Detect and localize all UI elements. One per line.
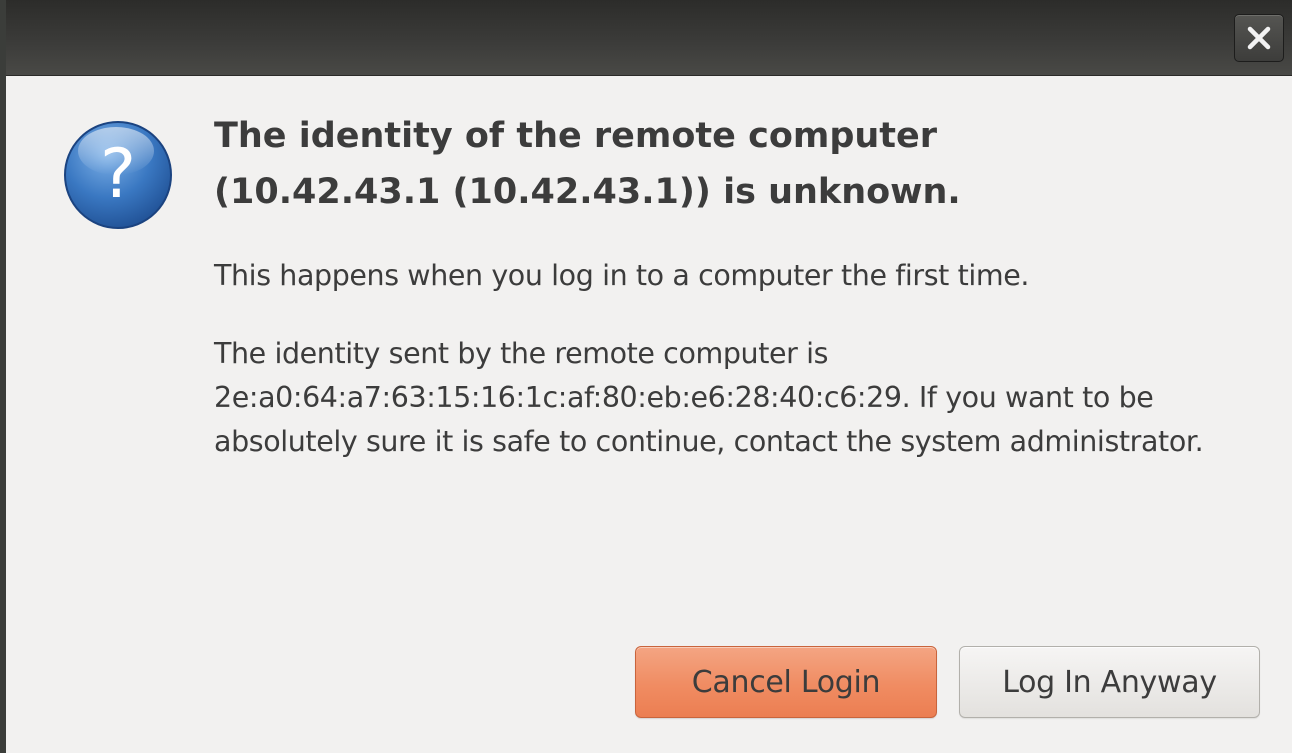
identity-dialog: ? The identity of the remote computer (1… [0, 0, 1292, 753]
close-button[interactable] [1234, 14, 1284, 62]
question-icon: ? [60, 117, 176, 233]
close-icon [1245, 24, 1273, 52]
title-bar [6, 0, 1292, 76]
dialog-message-first-time: This happens when you log in to a comput… [214, 259, 1030, 292]
dialog-message-fingerprint: The identity sent by the remote computer… [214, 337, 1204, 458]
log-in-anyway-button[interactable]: Log In Anyway [959, 646, 1260, 718]
cancel-login-button[interactable]: Cancel Login [635, 646, 937, 718]
dialog-heading: The identity of the remote computer (10.… [214, 116, 961, 212]
dialog-content: The identity of the remote computer (10.… [214, 108, 1274, 464]
svg-text:?: ? [100, 135, 136, 214]
